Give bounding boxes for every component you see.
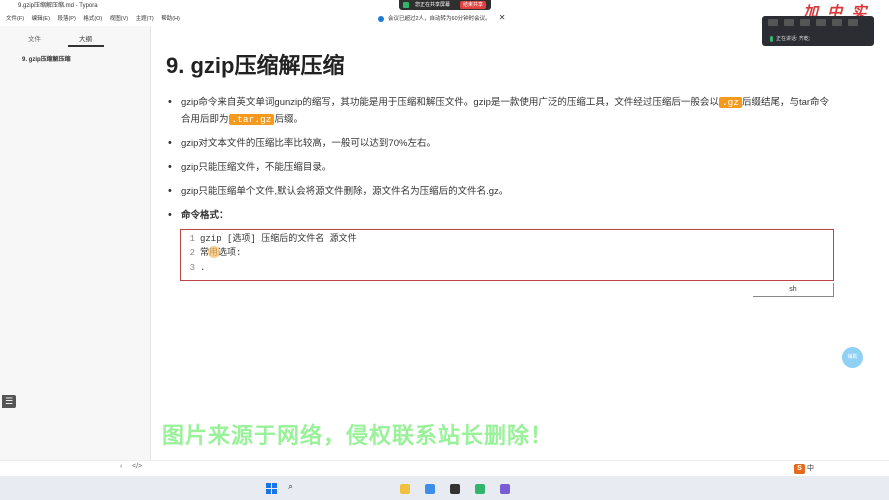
line-number: 2 xyxy=(189,248,195,258)
screen-share-bar: 您正在共享屏幕 结束共享 xyxy=(399,0,491,10)
speaker-name: 齐乾; xyxy=(798,36,811,42)
floating-assist-button[interactable]: 辅助 xyxy=(842,347,863,368)
bullet-text: gzip只能压缩文件，不能压缩目录。 xyxy=(181,162,332,173)
tab-outline[interactable]: 大纲 xyxy=(79,33,92,43)
document-heading: 9. gzip压缩解压缩 xyxy=(166,53,345,78)
ime-toolbar[interactable]: S中 xyxy=(794,464,814,474)
bullet-text: 命令格式： xyxy=(181,210,229,221)
typora-icon[interactable] xyxy=(500,484,510,494)
list-item: gzip只能压缩文件，不能压缩目录。 xyxy=(166,159,836,176)
search-icon[interactable]: ⌕ xyxy=(288,481,293,492)
sidebar: 文件 大纲 9. gzip压缩解压缩 xyxy=(0,26,151,474)
menu-view[interactable]: 视图(V) xyxy=(110,16,128,22)
inline-code: .gz xyxy=(718,97,742,108)
menu-paragraph[interactable]: 段落(P) xyxy=(57,16,75,22)
menu-theme[interactable]: 主题(T) xyxy=(136,16,154,22)
menu-help[interactable]: 帮助(H) xyxy=(161,16,180,22)
participant-video-thumb[interactable] xyxy=(784,19,794,26)
source-code-toggle-icon[interactable]: </> xyxy=(132,463,142,470)
code-line[interactable]: 3. xyxy=(181,261,206,275)
code-text[interactable]: . xyxy=(200,263,205,273)
back-icon[interactable]: ‹ xyxy=(120,463,122,470)
code-line[interactable]: 1 gzip [选项] 压缩后的文件名 源文件 xyxy=(181,232,357,246)
speaking-indicator: 正在讲话: 齐乾; xyxy=(770,35,810,42)
sogou-ime-icon[interactable]: S xyxy=(794,464,805,474)
line-number: 1 xyxy=(189,234,195,244)
taskbar-search[interactable] xyxy=(298,482,358,493)
taskbar: ⌕ xyxy=(0,476,889,500)
participant-video-thumb[interactable] xyxy=(848,19,858,26)
bullet-text: gzip命令来自英文单词gunzip的缩写，其功能是用于压缩和解压文件。gzip… xyxy=(181,97,719,108)
info-icon xyxy=(378,15,384,22)
code-text[interactable]: 常用选项: xyxy=(200,248,241,258)
meeting-panel: 正在讲话: 齐乾; xyxy=(762,16,874,46)
stop-share-button[interactable]: 结束共享 xyxy=(460,1,487,9)
code-block[interactable]: 1 gzip [选项] 压缩后的文件名 源文件 2 常用选项: 3. xyxy=(180,229,834,281)
app-icon[interactable] xyxy=(450,484,460,494)
windows-start-icon[interactable] xyxy=(266,483,277,494)
bullet-list: gzip命令来自英文单词gunzip的缩写，其功能是用于压缩和解压文件。gzip… xyxy=(166,94,836,231)
menu-edit[interactable]: 编辑(E) xyxy=(32,16,50,22)
ime-language[interactable]: 中 xyxy=(807,465,814,472)
sidebar-toggle-icon[interactable]: ☰ xyxy=(2,395,16,408)
meeting-notice: 会议已超过2人，自动转为60分钟时会议。 ✕ xyxy=(378,13,505,24)
notice-text: 会议已超过2人，自动转为60分钟时会议。 xyxy=(388,16,491,22)
code-text[interactable]: gzip [选项] 压缩后的文件名 源文件 xyxy=(200,234,357,244)
bullet-text: 后缀。 xyxy=(274,114,303,125)
participant-video-thumb[interactable] xyxy=(832,19,842,26)
share-status-text: 您正在共享屏幕 xyxy=(415,2,451,8)
watermark-text: 图片来源于网络，侵权联系站长删除！ xyxy=(162,423,554,448)
speaking-label: 正在讲话: xyxy=(776,36,798,42)
list-item: 命令格式： xyxy=(166,207,836,224)
outline-item[interactable]: 9. gzip压缩解压缩 xyxy=(22,54,71,63)
mouse-cursor-highlight xyxy=(208,246,220,258)
tab-files[interactable]: 文件 xyxy=(28,33,41,43)
edge-browser-icon[interactable] xyxy=(425,484,435,494)
participant-video-thumb[interactable] xyxy=(768,19,778,26)
menu-file[interactable]: 文件(F) xyxy=(6,16,24,22)
participant-video-thumb[interactable] xyxy=(816,19,826,26)
meeting-app-icon[interactable] xyxy=(475,484,485,494)
menu-format[interactable]: 格式(O) xyxy=(83,16,102,22)
line-number: 3 xyxy=(189,263,195,273)
close-icon[interactable]: ✕ xyxy=(499,13,506,22)
screen-share-icon xyxy=(403,2,409,8)
file-explorer-icon[interactable] xyxy=(400,484,410,494)
window-title: 9.gzip压缩解压缩.md - Typora xyxy=(18,3,98,9)
bullet-text: gzip对文本文件的压缩比率比较高，一般可以达到70%左右。 xyxy=(181,138,436,149)
inline-code: .tar.gz xyxy=(228,114,275,125)
microphone-icon xyxy=(770,35,773,42)
list-item: gzip对文本文件的压缩比率比较高，一般可以达到70%左右。 xyxy=(166,135,836,152)
status-bar: ‹ </> xyxy=(0,460,889,475)
list-item: gzip只能压缩单个文件,默认会将源文件删除，源文件名为压缩后的文件名.gz。 xyxy=(166,183,836,200)
bullet-text: gzip只能压缩单个文件,默认会将源文件删除，源文件名为压缩后的文件名.gz。 xyxy=(181,186,509,197)
code-language-input[interactable]: sh xyxy=(753,283,834,297)
active-tab-indicator xyxy=(68,45,104,47)
list-item: gzip命令来自英文单词gunzip的缩写，其功能是用于压缩和解压文件。gzip… xyxy=(166,94,836,128)
participant-video-thumb[interactable] xyxy=(800,19,810,26)
